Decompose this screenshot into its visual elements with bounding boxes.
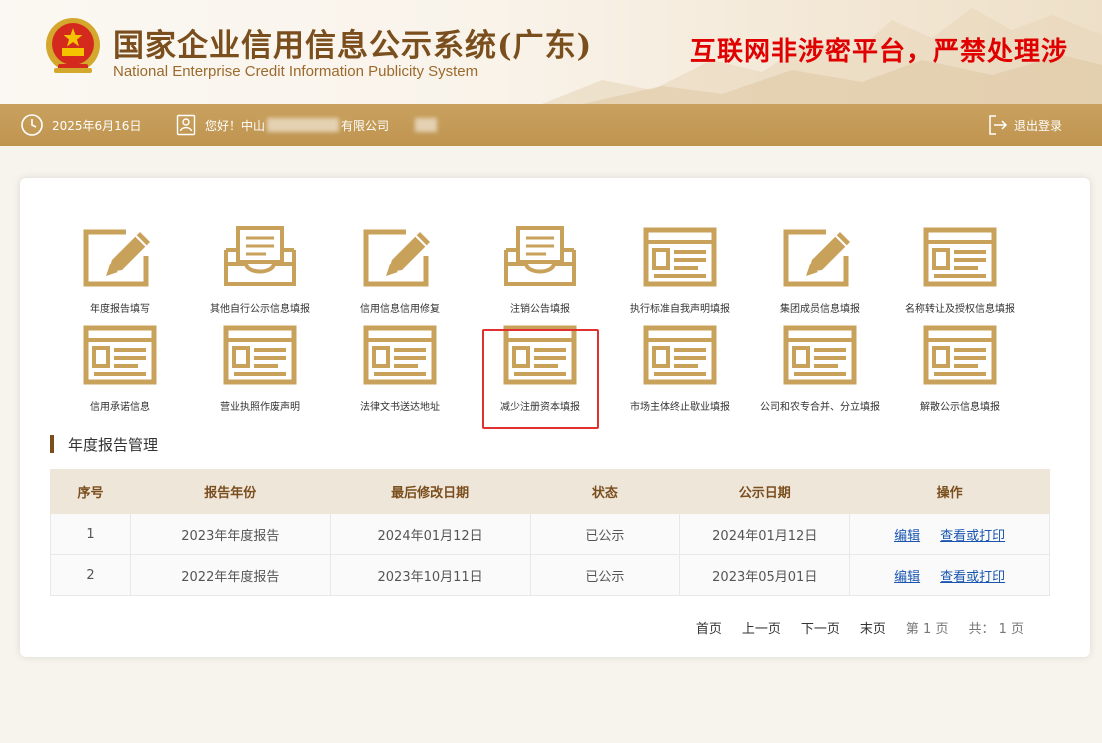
- date-display: 2025年6月16日: [20, 104, 141, 146]
- function-item-label: 注销公告填报: [510, 304, 570, 315]
- function-item[interactable]: 解散公示信息填报: [890, 324, 1030, 413]
- section-title-text: 年度报告管理: [68, 435, 159, 454]
- section-marker: [50, 435, 54, 453]
- function-item-label: 信用信息信用修复: [360, 304, 440, 315]
- current-page-info: 第 1 页: [905, 622, 949, 637]
- header-published: 公示日期: [679, 469, 851, 514]
- total-pages-info: 共： 1 页: [968, 622, 1024, 637]
- function-item[interactable]: 执行标准自我声明填报: [610, 226, 750, 315]
- function-item-label: 市场主体终止歇业填报: [630, 402, 730, 413]
- highlight-box: [482, 329, 599, 429]
- logout-label: 退出登录: [1014, 118, 1063, 133]
- edit-document-icon: [82, 226, 158, 288]
- function-item-label: 名称转让及授权信息填报: [905, 304, 1015, 315]
- edit-link[interactable]: 编辑: [894, 570, 920, 585]
- function-item-label: 其他自行公示信息填报: [210, 304, 310, 315]
- cell-year: 2022年年度报告: [129, 554, 331, 596]
- national-emblem-icon: [46, 18, 100, 73]
- cell-year: 2023年年度报告: [129, 513, 331, 555]
- function-item-label: 营业执照作废声明: [220, 402, 300, 413]
- function-item-label: 年度报告填写: [90, 304, 150, 315]
- function-item[interactable]: 法律文书送达地址: [330, 324, 470, 413]
- cell-modified: 2024年01月12日: [329, 513, 531, 555]
- form-document-icon: [782, 324, 858, 386]
- edit-document-icon: [782, 226, 858, 288]
- first-page-link[interactable]: 首页: [696, 618, 722, 637]
- form-document-icon: [222, 324, 298, 386]
- cell-actions: 编辑 查看或打印: [849, 554, 1050, 596]
- pagination: 首页 上一页 下一页 末页 第 1 页 共： 1 页: [676, 618, 1024, 637]
- site-header: 国家企业信用信息公示系统(广东) National Enterprise Cre…: [0, 0, 1102, 104]
- form-document-icon: [642, 324, 718, 386]
- annual-report-table: 序号 报告年份 最后修改日期 状态 公示日期 操作 1 2023年年度报告 20…: [50, 469, 1050, 596]
- view-print-link[interactable]: 查看或打印: [940, 570, 1005, 585]
- form-document-icon: [82, 324, 158, 386]
- logout-icon: [989, 115, 1008, 135]
- greeting-prefix: 您好！中山: [205, 118, 266, 133]
- function-item[interactable]: 市场主体终止歇业填报: [610, 324, 750, 413]
- form-document-icon: [922, 324, 998, 386]
- info-bar: 2025年6月16日 您好！中山 有限公司 退出登录: [0, 104, 1102, 146]
- cell-no: 2: [50, 554, 131, 596]
- function-item[interactable]: 公司和农专合并、分立填报: [750, 324, 890, 413]
- header-status: 状态: [529, 469, 681, 514]
- function-item-label: 执行标准自我声明填报: [630, 304, 730, 315]
- table-row: 1 2023年年度报告 2024年01月12日 已公示 2024年01月12日 …: [50, 513, 1050, 555]
- function-item-label: 信用承诺信息: [90, 402, 150, 413]
- cell-status: 已公示: [529, 513, 681, 555]
- form-document-icon: [922, 226, 998, 288]
- last-page-link[interactable]: 末页: [860, 618, 886, 637]
- section-title: 年度报告管理: [50, 434, 158, 454]
- function-item-label: 集团成员信息填报: [780, 304, 860, 315]
- function-item[interactable]: 年度报告填写: [50, 226, 190, 315]
- clock-icon: [21, 114, 43, 136]
- prev-page-link[interactable]: 上一页: [742, 618, 781, 637]
- main-card: 年度报告填写 其他自行公示信息填报 信用信息信用修复 注销公告填报 执行标准自我…: [20, 178, 1090, 657]
- function-item[interactable]: 名称转让及授权信息填报: [890, 226, 1030, 315]
- view-print-link[interactable]: 查看或打印: [940, 529, 1005, 544]
- site-title-cn: 国家企业信用信息公示系统(广东): [113, 28, 593, 64]
- security-warning: 互联网非涉密平台，严禁处理涉: [690, 37, 1069, 67]
- table-header-row: 序号 报告年份 最后修改日期 状态 公示日期 操作: [50, 469, 1050, 514]
- function-item[interactable]: 集团成员信息填报: [750, 226, 890, 315]
- table-row: 2 2022年年度报告 2023年10月11日 已公示 2023年05月01日 …: [50, 554, 1050, 596]
- cell-modified: 2023年10月11日: [329, 554, 531, 596]
- document-tray-icon: [222, 226, 298, 288]
- logout-button[interactable]: 退出登录: [988, 104, 1062, 146]
- next-page-link[interactable]: 下一页: [801, 618, 840, 637]
- cell-no: 1: [50, 513, 131, 555]
- function-item[interactable]: 信用承诺信息: [50, 324, 190, 413]
- user-badge-icon: [176, 114, 196, 136]
- cell-status: 已公示: [529, 554, 681, 596]
- edit-link[interactable]: 编辑: [894, 529, 920, 544]
- date-text: 2025年6月16日: [52, 118, 142, 133]
- site-title-en: National Enterprise Credit Information P…: [113, 63, 479, 80]
- function-item-label: 解散公示信息填报: [920, 402, 1000, 413]
- form-document-icon: [642, 226, 718, 288]
- function-item-label: 公司和农专合并、分立填报: [760, 402, 880, 413]
- redacted-user-name: [415, 118, 438, 132]
- cell-actions: 编辑 查看或打印: [849, 513, 1050, 555]
- header-year: 报告年份: [129, 469, 331, 514]
- edit-document-icon: [362, 226, 438, 288]
- header-actions: 操作: [849, 469, 1050, 514]
- greeting-suffix: 有限公司: [341, 118, 390, 133]
- function-item[interactable]: 营业执照作废声明: [190, 324, 330, 413]
- document-tray-icon: [502, 226, 578, 288]
- redacted-company-name: [267, 118, 340, 132]
- user-greeting: 您好！中山 有限公司: [176, 104, 439, 146]
- function-item-label: 法律文书送达地址: [360, 402, 440, 413]
- form-document-icon: [362, 324, 438, 386]
- function-item[interactable]: 其他自行公示信息填报: [190, 226, 330, 315]
- function-item[interactable]: 信用信息信用修复: [330, 226, 470, 315]
- header-modified: 最后修改日期: [329, 469, 531, 514]
- cell-published: 2023年05月01日: [679, 554, 851, 596]
- header-no: 序号: [50, 469, 131, 514]
- cell-published: 2024年01月12日: [679, 513, 851, 555]
- function-item[interactable]: 注销公告填报: [470, 226, 610, 315]
